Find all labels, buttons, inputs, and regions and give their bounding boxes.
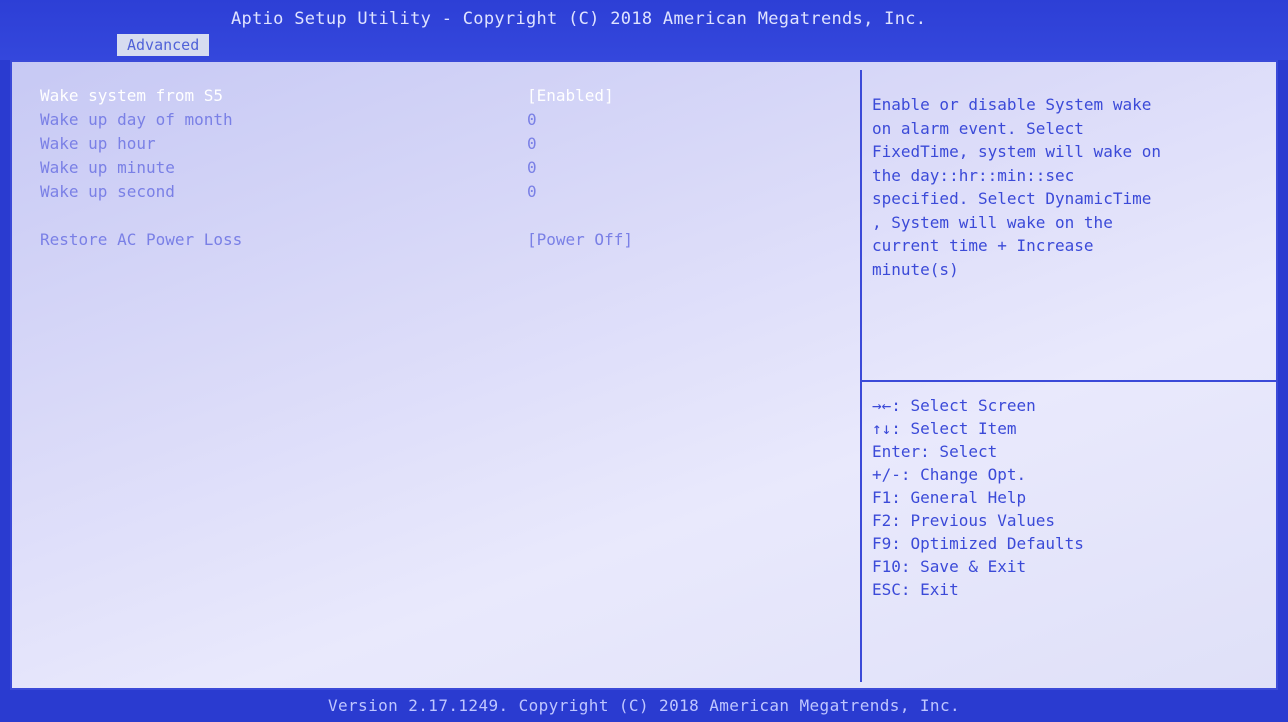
setting-value[interactable]: 0: [527, 182, 537, 201]
setting-label: Wake up day of month: [40, 110, 233, 129]
setting-value[interactable]: [Power Off]: [527, 230, 633, 249]
key-legend: →←: Select Screen ↑↓: Select Item Enter:…: [872, 394, 1272, 601]
key-select-item: ↑↓: Select Item: [872, 419, 1017, 438]
setting-value[interactable]: 0: [527, 134, 537, 153]
key-change-option: +/-: Change Opt.: [872, 465, 1027, 484]
help-line: the day::hr::min::sec: [872, 165, 1075, 185]
item-help-text: Enable or disable System wake on alarm e…: [872, 93, 1272, 281]
setting-value[interactable]: 0: [527, 110, 537, 129]
panel-divider-vertical: [860, 70, 862, 682]
panel-divider-horizontal: [862, 380, 1278, 382]
utility-title: Aptio Setup Utility - Copyright (C) 2018…: [231, 9, 927, 29]
setting-restore-ac-power-loss[interactable]: Restore AC Power Loss [Power Off]: [40, 230, 633, 249]
setting-wake-up-second[interactable]: Wake up second 0: [40, 182, 537, 201]
help-line: FixedTime, system will wake on: [872, 142, 1161, 161]
key-exit: ESC: Exit: [872, 580, 959, 599]
key-save-exit: F10: Save & Exit: [872, 557, 1027, 576]
main-panel: Wake system from S5 [Enabled] Wake up da…: [10, 60, 1278, 690]
key-enter-select: Enter: Select: [872, 442, 998, 461]
key-general-help: F1: General Help: [872, 488, 1027, 507]
setting-wake-up-hour[interactable]: Wake up hour 0: [40, 134, 537, 153]
setting-label: Wake system from S5: [40, 86, 224, 105]
setting-label: Wake up hour: [40, 134, 156, 153]
help-line: specified. Select DynamicTime: [872, 189, 1152, 208]
key-select-screen: →←: Select Screen: [872, 396, 1036, 415]
tab-advanced[interactable]: Advanced: [117, 34, 210, 56]
setting-wake-up-minute[interactable]: Wake up minute 0: [40, 158, 537, 177]
header-bar: Aptio Setup Utility - Copyright (C) 2018…: [0, 0, 1288, 60]
help-line: Enable or disable System wake: [872, 95, 1152, 114]
setting-wake-up-day-of-month[interactable]: Wake up day of month 0: [40, 110, 537, 129]
setting-value[interactable]: [Enabled]: [527, 86, 614, 105]
setting-label: Restore AC Power Loss: [40, 230, 243, 249]
help-line: on alarm event. Select: [872, 118, 1084, 138]
help-line: minute(s): [872, 259, 959, 279]
setting-label: Wake up minute: [40, 158, 175, 177]
version-text: Version 2.17.1249. Copyright (C) 2018 Am…: [327, 696, 961, 715]
setting-value[interactable]: 0: [527, 158, 537, 177]
key-optimized-defaults: F9: Optimized Defaults: [872, 534, 1084, 553]
setting-wake-system-from-s5[interactable]: Wake system from S5 [Enabled]: [40, 86, 614, 105]
footer-bar: Version 2.17.1249. Copyright (C) 2018 Am…: [0, 690, 1288, 722]
setting-label: Wake up second: [40, 182, 175, 201]
help-line: current time + Increase: [872, 236, 1094, 255]
help-line: , System will wake on the: [872, 212, 1113, 232]
key-previous-values: F2: Previous Values: [872, 511, 1056, 530]
